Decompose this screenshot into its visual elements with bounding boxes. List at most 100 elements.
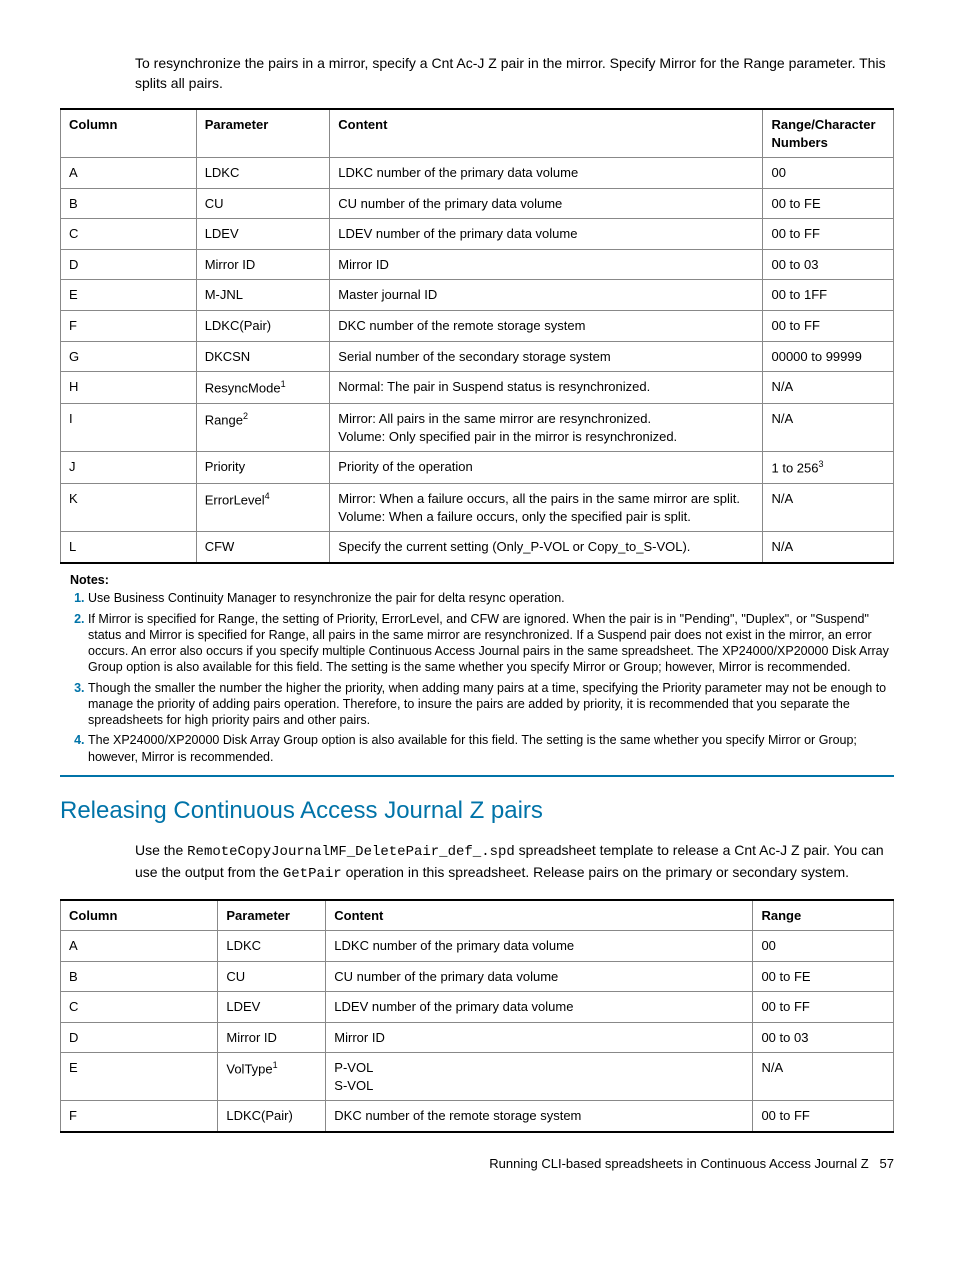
cell-parameter: VolType1	[218, 1053, 326, 1101]
table-row: CLDEVLDEV number of the primary data vol…	[61, 219, 894, 250]
cell-content: CU number of the primary data volume	[326, 961, 753, 992]
cell-column: K	[61, 483, 197, 531]
table-header-row: Column Parameter Content Range	[61, 900, 894, 931]
body-text: operation in this spreadsheet. Release p…	[342, 864, 849, 880]
cell-parameter: LDKC(Pair)	[218, 1101, 326, 1132]
body-paragraph: Use the RemoteCopyJournalMF_DeletePair_d…	[135, 841, 894, 884]
cell-parameter: LDEV	[196, 219, 330, 250]
table-row: DMirror IDMirror ID00 to 03	[61, 249, 894, 280]
cell-range: 00 to FE	[763, 188, 894, 219]
cell-parameter: CU	[196, 188, 330, 219]
cell-range: 00 to FF	[763, 219, 894, 250]
cell-range: N/A	[753, 1053, 894, 1101]
cell-content: Priority of the operation	[330, 452, 763, 484]
table-row: FLDKC(Pair)DKC number of the remote stor…	[61, 1101, 894, 1132]
table-row: GDKCSNSerial number of the secondary sto…	[61, 341, 894, 372]
cell-column: E	[61, 1053, 218, 1101]
table-header-row: Column Parameter Content Range/Character…	[61, 109, 894, 158]
page-footer: Running CLI-based spreadsheets in Contin…	[60, 1155, 894, 1173]
table-row: BCUCU number of the primary data volume0…	[61, 961, 894, 992]
col-header: Range	[753, 900, 894, 931]
cell-column: C	[61, 992, 218, 1023]
cell-content: LDKC number of the primary data volume	[326, 931, 753, 962]
note-item: If Mirror is specified for Range, the se…	[88, 611, 894, 676]
cell-column: D	[61, 249, 197, 280]
cell-content: Mirror ID	[330, 249, 763, 280]
cell-range: N/A	[763, 483, 894, 531]
cell-content: LDKC number of the primary data volume	[330, 158, 763, 189]
cell-content: LDEV number of the primary data volume	[330, 219, 763, 250]
cell-column: B	[61, 188, 197, 219]
cell-column: A	[61, 931, 218, 962]
cell-content: Mirror: All pairs in the same mirror are…	[330, 403, 763, 451]
page-number: 57	[880, 1156, 894, 1171]
cell-parameter: CFW	[196, 532, 330, 563]
cell-parameter: LDEV	[218, 992, 326, 1023]
cell-range: 00 to FF	[753, 992, 894, 1023]
cell-range: N/A	[763, 372, 894, 404]
cell-range: 00 to 03	[763, 249, 894, 280]
notes-list: Use Business Continuity Manager to resyn…	[70, 590, 894, 765]
cell-range: N/A	[763, 532, 894, 563]
notes-separator	[60, 775, 894, 777]
col-header: Column	[61, 900, 218, 931]
cell-parameter: Mirror ID	[218, 1022, 326, 1053]
note-item: The XP24000/XP20000 Disk Array Group opt…	[88, 732, 894, 765]
cell-column: L	[61, 532, 197, 563]
cell-column: F	[61, 1101, 218, 1132]
cell-column: D	[61, 1022, 218, 1053]
code-operation: GetPair	[283, 866, 342, 882]
table-row: ALDKCLDKC number of the primary data vol…	[61, 158, 894, 189]
table-row: EVolType1P-VOLS-VOLN/A	[61, 1053, 894, 1101]
cell-range: 00 to FE	[753, 961, 894, 992]
cell-column: A	[61, 158, 197, 189]
cell-content: LDEV number of the primary data volume	[326, 992, 753, 1023]
cell-range: 00 to 03	[753, 1022, 894, 1053]
cell-parameter: Range2	[196, 403, 330, 451]
cell-content: Specify the current setting (Only_P-VOL …	[330, 532, 763, 563]
cell-column: C	[61, 219, 197, 250]
cell-parameter: Priority	[196, 452, 330, 484]
col-header: Column	[61, 109, 197, 158]
cell-column: J	[61, 452, 197, 484]
cell-range: 00 to FF	[753, 1101, 894, 1132]
cell-content: CU number of the primary data volume	[330, 188, 763, 219]
notes-heading: Notes:	[70, 572, 894, 589]
cell-content: DKC number of the remote storage system	[330, 311, 763, 342]
cell-column: H	[61, 372, 197, 404]
cell-range: 00	[763, 158, 894, 189]
note-item: Use Business Continuity Manager to resyn…	[88, 590, 894, 606]
cell-column: I	[61, 403, 197, 451]
table-row: HResyncMode1Normal: The pair in Suspend …	[61, 372, 894, 404]
table-row: ALDKCLDKC number of the primary data vol…	[61, 931, 894, 962]
cell-parameter: M-JNL	[196, 280, 330, 311]
intro-paragraph: To resynchronize the pairs in a mirror, …	[135, 54, 894, 93]
table-row: CLDEVLDEV number of the primary data vol…	[61, 992, 894, 1023]
cell-content: Serial number of the secondary storage s…	[330, 341, 763, 372]
col-header: Content	[326, 900, 753, 931]
cell-parameter: LDKC(Pair)	[196, 311, 330, 342]
table-row: IRange2Mirror: All pairs in the same mir…	[61, 403, 894, 451]
cell-content: P-VOLS-VOL	[326, 1053, 753, 1101]
table-row: DMirror IDMirror ID00 to 03	[61, 1022, 894, 1053]
table-row: JPriorityPriority of the operation1 to 2…	[61, 452, 894, 484]
table-row: EM-JNLMaster journal ID00 to 1FF	[61, 280, 894, 311]
body-text: Use the	[135, 842, 187, 858]
cell-parameter: LDKC	[196, 158, 330, 189]
cell-range: N/A	[763, 403, 894, 451]
cell-range: 00 to 1FF	[763, 280, 894, 311]
cell-parameter: DKCSN	[196, 341, 330, 372]
table-row: FLDKC(Pair)DKC number of the remote stor…	[61, 311, 894, 342]
cell-content: Normal: The pair in Suspend status is re…	[330, 372, 763, 404]
cell-parameter: LDKC	[218, 931, 326, 962]
cell-range: 00 to FF	[763, 311, 894, 342]
cell-column: F	[61, 311, 197, 342]
col-header: Content	[330, 109, 763, 158]
table-row: BCUCU number of the primary data volume0…	[61, 188, 894, 219]
note-item: Though the smaller the number the higher…	[88, 680, 894, 729]
cell-content: Master journal ID	[330, 280, 763, 311]
cell-range: 1 to 2563	[763, 452, 894, 484]
delete-parameters-table: Column Parameter Content Range ALDKCLDKC…	[60, 899, 894, 1133]
table-row: LCFWSpecify the current setting (Only_P-…	[61, 532, 894, 563]
cell-parameter: ResyncMode1	[196, 372, 330, 404]
